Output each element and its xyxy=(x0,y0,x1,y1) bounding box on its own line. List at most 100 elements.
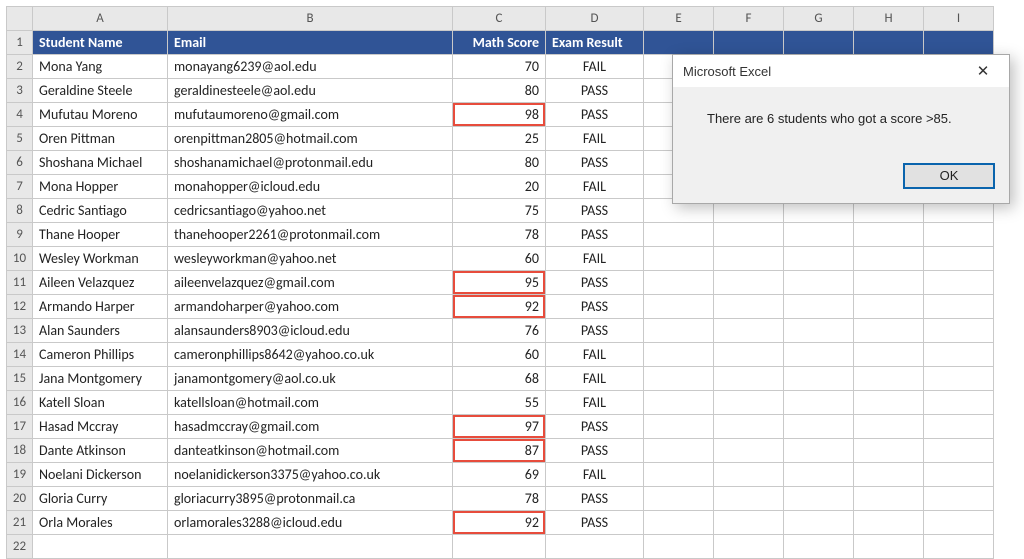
row-header-13[interactable]: 13 xyxy=(7,319,33,343)
cell[interactable] xyxy=(784,391,854,415)
cell[interactable] xyxy=(714,295,784,319)
cell[interactable] xyxy=(784,439,854,463)
cell-student-name[interactable]: Cedric Santiago xyxy=(33,199,168,223)
cell[interactable] xyxy=(784,319,854,343)
cell-exam-result[interactable]: FAIL xyxy=(546,247,644,271)
cell[interactable] xyxy=(784,343,854,367)
cell[interactable] xyxy=(784,535,854,559)
cell[interactable] xyxy=(784,511,854,535)
row-header-21[interactable]: 21 xyxy=(7,511,33,535)
row-header-4[interactable]: 4 xyxy=(7,103,33,127)
cell-exam-result[interactable]: PASS xyxy=(546,487,644,511)
row-header-6[interactable]: 6 xyxy=(7,151,33,175)
cell-student-name[interactable]: Aileen Velazquez xyxy=(33,271,168,295)
cell-email[interactable]: mufutaumoreno@gmail.com xyxy=(168,103,453,127)
cell[interactable] xyxy=(854,511,924,535)
col-header-G[interactable]: G xyxy=(784,7,854,31)
cell[interactable] xyxy=(854,295,924,319)
cell[interactable] xyxy=(924,223,994,247)
cell[interactable] xyxy=(714,319,784,343)
cell[interactable] xyxy=(644,415,714,439)
cell[interactable] xyxy=(33,535,168,559)
cell[interactable] xyxy=(644,391,714,415)
cell[interactable] xyxy=(644,271,714,295)
cell[interactable] xyxy=(784,295,854,319)
cell-student-name[interactable]: Gloria Curry xyxy=(33,487,168,511)
col-header-I[interactable]: I xyxy=(924,7,994,31)
cell-math-score[interactable]: 80 xyxy=(453,79,546,103)
cell[interactable] xyxy=(924,535,994,559)
col-header-A[interactable]: A xyxy=(33,7,168,31)
cell-email[interactable]: shoshanamichael@protonmail.edu xyxy=(168,151,453,175)
cell[interactable] xyxy=(714,223,784,247)
cell[interactable] xyxy=(784,367,854,391)
cell-exam-result[interactable]: PASS xyxy=(546,271,644,295)
col-header-F[interactable]: F xyxy=(714,7,784,31)
cell-email[interactable]: thanehooper2261@protonmail.com xyxy=(168,223,453,247)
cell-math-score[interactable]: 92 xyxy=(453,295,546,319)
cell[interactable] xyxy=(714,247,784,271)
cell[interactable] xyxy=(714,415,784,439)
cell-email[interactable]: orenpittman2805@hotmail.com xyxy=(168,127,453,151)
cell-student-name[interactable]: Mona Hopper xyxy=(33,175,168,199)
cell[interactable] xyxy=(924,415,994,439)
cell-student-name[interactable]: Dante Atkinson xyxy=(33,439,168,463)
cell[interactable] xyxy=(924,343,994,367)
cell-exam-result[interactable]: PASS xyxy=(546,415,644,439)
cell-exam-result[interactable]: FAIL xyxy=(546,367,644,391)
cell[interactable] xyxy=(924,439,994,463)
row-header-22[interactable]: 22 xyxy=(7,535,33,559)
cell[interactable] xyxy=(924,319,994,343)
cell-email[interactable]: alansaunders8903@icloud.edu xyxy=(168,319,453,343)
cell-math-score[interactable]: 75 xyxy=(453,199,546,223)
cell[interactable] xyxy=(644,247,714,271)
cell-student-name[interactable]: Noelani Dickerson xyxy=(33,463,168,487)
cell-email[interactable]: wesleyworkman@yahoo.net xyxy=(168,247,453,271)
row-header-10[interactable]: 10 xyxy=(7,247,33,271)
cell[interactable] xyxy=(924,31,994,55)
cell-student-name[interactable]: Alan Saunders xyxy=(33,319,168,343)
cell[interactable] xyxy=(924,295,994,319)
cell-math-score[interactable]: 97 xyxy=(453,415,546,439)
table-header-cell[interactable]: Math Score xyxy=(453,31,546,55)
cell-exam-result[interactable]: PASS xyxy=(546,199,644,223)
cell[interactable] xyxy=(714,535,784,559)
cell-math-score[interactable]: 68 xyxy=(453,367,546,391)
row-header-9[interactable]: 9 xyxy=(7,223,33,247)
cell[interactable] xyxy=(644,319,714,343)
cell[interactable] xyxy=(854,367,924,391)
cell-email[interactable]: orlamorales3288@icloud.edu xyxy=(168,511,453,535)
cell[interactable] xyxy=(644,31,714,55)
col-header-H[interactable]: H xyxy=(854,7,924,31)
cell[interactable] xyxy=(714,439,784,463)
cell[interactable] xyxy=(714,511,784,535)
cell[interactable] xyxy=(546,535,644,559)
row-header-15[interactable]: 15 xyxy=(7,367,33,391)
cell[interactable] xyxy=(714,487,784,511)
cell[interactable] xyxy=(644,511,714,535)
cell-student-name[interactable]: Orla Morales xyxy=(33,511,168,535)
cell-student-name[interactable]: Shoshana Michael xyxy=(33,151,168,175)
col-header-E[interactable]: E xyxy=(644,7,714,31)
cell-exam-result[interactable]: PASS xyxy=(546,319,644,343)
row-header-1[interactable]: 1 xyxy=(7,31,33,55)
table-header-cell[interactable]: Student Name xyxy=(33,31,168,55)
cell-exam-result[interactable]: PASS xyxy=(546,511,644,535)
cell-exam-result[interactable]: PASS xyxy=(546,79,644,103)
cell[interactable] xyxy=(784,463,854,487)
cell[interactable] xyxy=(924,487,994,511)
cell-email[interactable]: janamontgomery@aol.co.uk xyxy=(168,367,453,391)
cell-student-name[interactable]: Hasad Mccray xyxy=(33,415,168,439)
cell-math-score[interactable]: 70 xyxy=(453,55,546,79)
ok-button[interactable]: OK xyxy=(903,163,995,189)
cell-math-score[interactable]: 78 xyxy=(453,223,546,247)
cell-exam-result[interactable]: PASS xyxy=(546,295,644,319)
cell-exam-result[interactable]: FAIL xyxy=(546,463,644,487)
row-header-11[interactable]: 11 xyxy=(7,271,33,295)
row-header-16[interactable]: 16 xyxy=(7,391,33,415)
row-header-7[interactable]: 7 xyxy=(7,175,33,199)
cell[interactable] xyxy=(784,487,854,511)
cell[interactable] xyxy=(644,367,714,391)
cell-math-score[interactable]: 20 xyxy=(453,175,546,199)
cell[interactable] xyxy=(854,319,924,343)
